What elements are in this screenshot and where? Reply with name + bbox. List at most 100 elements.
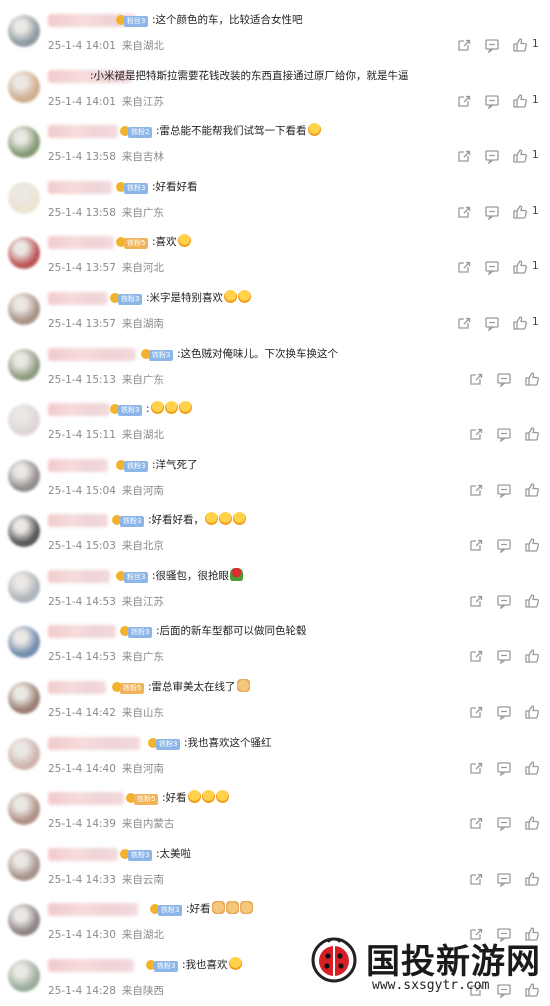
avatar[interactable] [8, 904, 40, 936]
thumb-up-icon[interactable] [524, 815, 540, 831]
avatar[interactable] [8, 682, 40, 714]
share-icon[interactable] [468, 704, 484, 720]
share-icon[interactable] [456, 315, 472, 331]
username-blurred[interactable] [48, 903, 138, 916]
share-icon[interactable] [468, 871, 484, 887]
share-icon[interactable] [468, 371, 484, 387]
thumb-up-icon[interactable] [524, 760, 540, 776]
avatar[interactable] [8, 237, 40, 269]
thumb-up-icon[interactable] [512, 37, 528, 53]
avatar[interactable] [8, 738, 40, 770]
share-icon[interactable] [456, 259, 472, 275]
share-icon[interactable] [468, 537, 484, 553]
comment-meta: 25-1-4 14:01 来自江苏 [48, 94, 164, 109]
thumb-up-icon[interactable] [512, 315, 528, 331]
avatar[interactable] [8, 626, 40, 658]
comment-icon[interactable] [484, 93, 500, 110]
like-count: 1 [532, 316, 539, 328]
comment-time: 25-1-4 14:33 [48, 874, 116, 886]
thumb-up-icon[interactable] [524, 537, 540, 553]
share-icon[interactable] [456, 148, 472, 164]
comment-icon[interactable] [484, 148, 500, 165]
comment-icon[interactable] [484, 204, 500, 221]
avatar[interactable] [8, 126, 40, 158]
username-blurred[interactable] [48, 236, 114, 249]
avatar[interactable] [8, 793, 40, 825]
share-icon[interactable] [468, 648, 484, 664]
comment-icon[interactable] [496, 482, 512, 499]
thumb-up-icon[interactable] [524, 426, 540, 442]
share-icon[interactable] [468, 482, 484, 498]
username-blurred[interactable] [48, 792, 124, 805]
share-icon[interactable] [456, 37, 472, 53]
username-blurred[interactable] [48, 625, 116, 638]
like-count: 1 [532, 94, 539, 106]
comment-icon[interactable] [484, 37, 500, 54]
thumb-up-icon[interactable] [524, 648, 540, 664]
username-blurred[interactable] [48, 681, 106, 694]
fan-badge: 粉丝3 [124, 572, 149, 583]
share-icon[interactable] [468, 426, 484, 442]
comment-icon[interactable] [496, 815, 512, 832]
share-icon[interactable] [468, 815, 484, 831]
comment-icon[interactable] [496, 648, 512, 665]
comment-icon[interactable] [484, 315, 500, 332]
avatar[interactable] [8, 71, 40, 103]
avatar[interactable] [8, 349, 40, 381]
emoji-icon [307, 123, 321, 136]
comment-icon[interactable] [496, 760, 512, 777]
avatar[interactable] [8, 404, 40, 436]
username-blurred[interactable] [48, 459, 108, 472]
username-blurred[interactable] [48, 959, 134, 972]
username-blurred[interactable] [48, 848, 118, 861]
comment-icon[interactable] [496, 426, 512, 443]
comment-text: :雷总能不能帮我们试驾一下看看 [156, 123, 321, 139]
thumb-up-icon[interactable] [524, 871, 540, 887]
comment-icon[interactable] [496, 704, 512, 721]
avatar[interactable] [8, 293, 40, 325]
username-blurred[interactable] [48, 181, 112, 194]
username-blurred[interactable] [48, 125, 118, 138]
thumb-up-icon[interactable] [512, 93, 528, 109]
comment-icon[interactable] [496, 371, 512, 388]
comment-icon[interactable] [496, 871, 512, 888]
thumb-up-icon[interactable] [524, 593, 540, 609]
avatar[interactable] [8, 960, 40, 992]
thumb-up-icon[interactable] [524, 371, 540, 387]
fan-badge: 铁粉3 [124, 183, 149, 194]
thumb-up-icon[interactable] [512, 148, 528, 164]
emoji-icon [178, 401, 192, 414]
comment-icon[interactable] [484, 259, 500, 276]
share-icon[interactable] [456, 93, 472, 109]
avatar[interactable] [8, 182, 40, 214]
username-blurred[interactable] [48, 737, 140, 750]
username-blurred[interactable] [48, 292, 108, 305]
thumb-up-icon[interactable] [512, 259, 528, 275]
comment-icon[interactable] [496, 593, 512, 610]
share-icon[interactable] [468, 760, 484, 776]
share-icon[interactable] [468, 593, 484, 609]
fan-badge: 铁粉3 [118, 405, 143, 416]
comment-text: :米字是特别喜欢 [146, 290, 252, 306]
fan-badge: 粉丝3 [124, 16, 149, 27]
comment-icon[interactable] [496, 537, 512, 554]
avatar[interactable] [8, 571, 40, 603]
thumb-up-icon[interactable] [524, 704, 540, 720]
username-blurred[interactable] [48, 348, 136, 361]
avatar[interactable] [8, 15, 40, 47]
fan-badge: 铁粉5 [120, 683, 145, 694]
share-icon[interactable] [456, 204, 472, 220]
emoji-icon [238, 290, 252, 303]
thumb-up-icon[interactable] [512, 204, 528, 220]
comment-meta: 25-1-4 13:58 来自广东 [48, 205, 164, 220]
emoji-icon [205, 512, 219, 525]
thumb-up-icon[interactable] [524, 482, 540, 498]
username-blurred[interactable] [48, 514, 108, 527]
avatar[interactable] [8, 849, 40, 881]
username-blurred[interactable] [48, 570, 110, 583]
avatar[interactable] [8, 515, 40, 547]
username-blurred[interactable] [48, 403, 110, 416]
comment-time: 25-1-4 14:01 [48, 40, 116, 52]
avatar[interactable] [8, 460, 40, 492]
comment-time: 25-1-4 14:39 [48, 818, 116, 830]
